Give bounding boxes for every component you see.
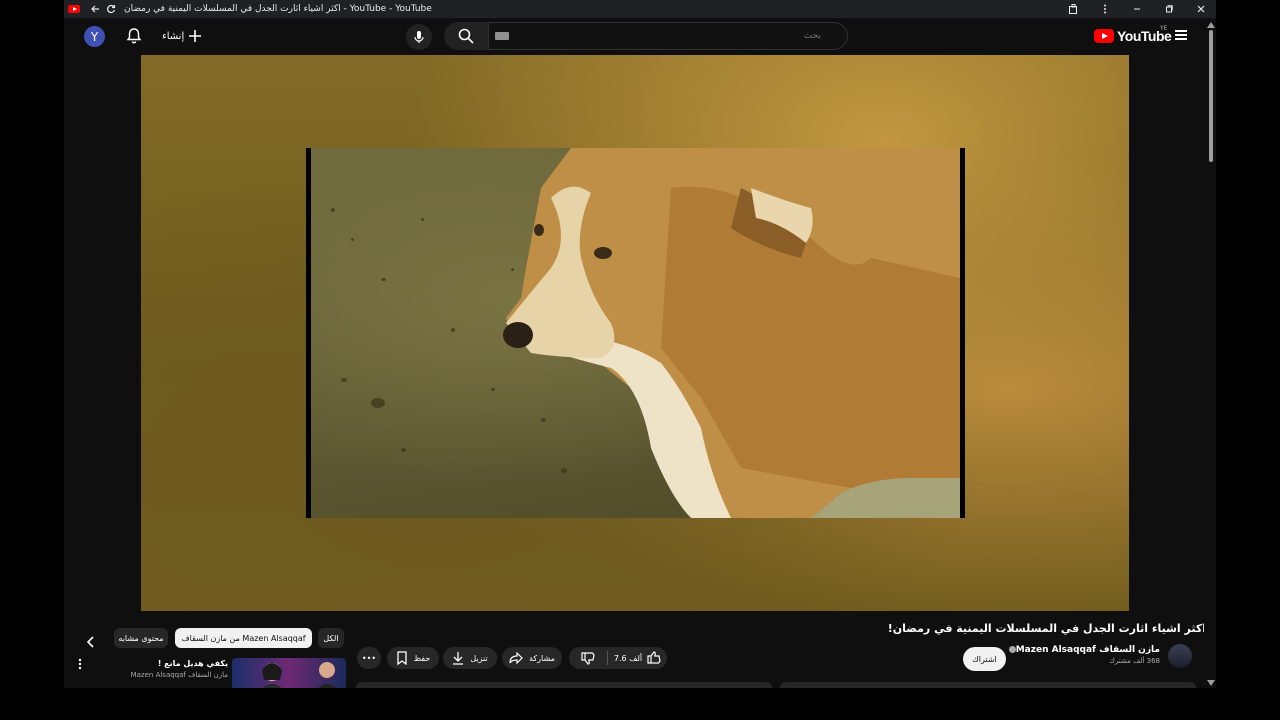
save-label: حفظ: [413, 653, 431, 663]
share-button[interactable]: مشاركة: [502, 647, 562, 669]
scroll-up-arrow-icon[interactable]: [1207, 22, 1215, 28]
more-actions-button[interactable]: •••: [357, 647, 381, 669]
dog-illustration: [503, 148, 960, 518]
reload-icon[interactable]: [104, 2, 118, 16]
close-icon[interactable]: [1194, 2, 1208, 16]
chip-from-channel[interactable]: من مازن السقاف Mazen Alsaqqaf: [175, 628, 312, 648]
more-label: •••: [361, 653, 377, 663]
like-dislike-segment: 7.6 ألف: [569, 647, 667, 669]
chip-all[interactable]: الكل: [318, 628, 344, 648]
thumbnail-figures: [262, 662, 336, 688]
thumbs-up-icon: [647, 651, 661, 664]
keyboard-icon[interactable]: [495, 32, 509, 40]
recommendation-channel[interactable]: مازن السقاف Mazen Alsaqqaf: [120, 671, 228, 679]
create-button[interactable]: إنشاء: [162, 27, 202, 45]
guide-menu-icon[interactable]: [1175, 30, 1187, 40]
comments-panel: [780, 682, 1196, 688]
search-button[interactable]: [444, 22, 488, 50]
minimize-icon[interactable]: [1130, 2, 1144, 16]
notifications-bell-icon[interactable]: [126, 27, 142, 45]
create-label: إنشاء: [162, 30, 185, 42]
browser-menu-icon[interactable]: [1098, 2, 1112, 16]
browser-title-bar: اكثر اشياء اثارت الجدل في المسلسلات اليم…: [64, 0, 1216, 18]
chip-related[interactable]: محتوى مشابه: [114, 628, 168, 648]
chevron-left-icon[interactable]: [86, 636, 96, 648]
thumbs-down-icon: [581, 652, 595, 665]
download-button[interactable]: تنزيل: [443, 647, 497, 669]
like-button[interactable]: 7.6 ألف: [608, 651, 667, 665]
subscribe-button[interactable]: اشتراك: [963, 647, 1006, 671]
browser-tab-title: اكثر اشياء اثارت الجدل في المسلسلات اليم…: [124, 4, 432, 14]
microphone-icon: [414, 31, 424, 43]
logo-region-code: YE: [1160, 25, 1168, 32]
recommendation-thumbnail[interactable]: [232, 658, 346, 688]
channel-avatar[interactable]: [1168, 644, 1192, 668]
kebab-menu-icon[interactable]: [78, 658, 82, 670]
recommendation-title[interactable]: يكفي هديل مانع !: [158, 659, 228, 668]
scroll-down-arrow-icon[interactable]: [1207, 680, 1215, 686]
download-icon: [453, 652, 464, 665]
share-label: مشاركة: [529, 653, 555, 663]
verified-badge-icon: [1008, 646, 1016, 653]
search-box: [488, 22, 848, 50]
save-button[interactable]: حفظ: [387, 647, 439, 669]
channel-name-row[interactable]: مازن السقاف Mazen Alsaqqaf: [1006, 645, 1160, 655]
subscriber-count: 368 ألف مشترك: [1109, 657, 1160, 665]
back-arrow-icon[interactable]: [88, 2, 102, 16]
channel-name: مازن السقاف Mazen Alsaqqaf: [1015, 645, 1160, 655]
video-player[interactable]: [141, 55, 1129, 611]
description-panel: [356, 682, 772, 688]
channel-info: مازن السقاف Mazen Alsaqqaf 368 ألف مشترك: [1006, 645, 1160, 665]
search-input[interactable]: [519, 30, 823, 42]
plus-icon: [189, 30, 202, 42]
like-count: 7.6 ألف: [613, 653, 643, 663]
video-content: [311, 148, 960, 518]
restore-icon[interactable]: [1162, 2, 1176, 16]
extensions-icon[interactable]: [1066, 2, 1080, 16]
dislike-button[interactable]: [569, 651, 608, 665]
video-frame: [306, 148, 965, 518]
account-avatar[interactable]: Y: [84, 26, 105, 47]
search-icon: [458, 28, 474, 44]
youtube-favicon-icon: [68, 5, 80, 13]
voice-search-button[interactable]: [406, 24, 432, 50]
download-label: تنزيل: [470, 653, 488, 663]
youtube-logo[interactable]: YouTube YE: [1094, 25, 1172, 44]
share-arrow-icon: [509, 652, 523, 664]
video-title: اكثر اشياء اثارت الجدل في المسلسلات اليم…: [887, 622, 1206, 635]
bookmark-icon: [397, 651, 407, 665]
masthead: Y إنشاء YouTube YE: [64, 18, 1204, 54]
youtube-play-logo-icon: [1094, 29, 1114, 43]
scrollbar-thumb[interactable]: [1209, 30, 1213, 162]
youtube-app: Y إنشاء YouTube YE: [64, 18, 1216, 688]
